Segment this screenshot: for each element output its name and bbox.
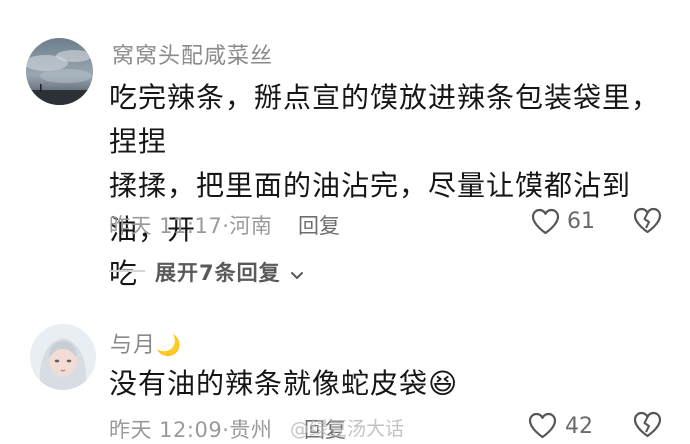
comment-time: 昨天 11:17 xyxy=(109,214,223,238)
comment-content: 没有油的辣条就像蛇皮袋😆 xyxy=(109,362,458,406)
comment-meta: 昨天 12:09·贵州 xyxy=(109,414,272,444)
expand-divider xyxy=(109,270,145,272)
comment-text: 没有油的辣条就像蛇皮袋 xyxy=(109,367,429,400)
username-text: 与月 xyxy=(110,333,157,358)
watermark: @绿豆汤大话 xyxy=(290,418,405,440)
like-button[interactable]: 61 xyxy=(531,206,595,238)
chevron-down-icon xyxy=(290,271,303,279)
dislike-button[interactable] xyxy=(633,207,663,235)
comment-time: 昨天 12:09 xyxy=(109,418,223,442)
like-count: 42 xyxy=(565,414,593,439)
comment-text-line: 吃完辣条，掰点宣的馍放进辣条包装袋里，捏捏 xyxy=(109,81,661,158)
heart-outline-icon xyxy=(531,208,560,235)
heart-outline-icon xyxy=(528,412,557,439)
avatar[interactable] xyxy=(26,38,93,105)
like-count: 61 xyxy=(567,209,595,234)
like-button[interactable]: 42 xyxy=(528,410,594,442)
expand-replies-label: 展开7条回复 xyxy=(155,261,281,285)
reply-button[interactable]: 回复 xyxy=(298,210,340,240)
comment-location: 贵州 xyxy=(229,418,273,442)
avatar-sky-image xyxy=(26,38,93,105)
comment-username[interactable]: 与月🌙 xyxy=(110,327,182,359)
broken-heart-icon xyxy=(633,207,662,234)
laughing-emoji: 😆 xyxy=(428,367,459,400)
comment-username[interactable]: 窝窝头配咸菜丝 xyxy=(112,38,273,70)
broken-heart-icon xyxy=(633,411,662,438)
avatar-girl-illustration xyxy=(30,324,96,390)
avatar[interactable] xyxy=(30,324,96,390)
comment-meta: 昨天 11:17·河南 xyxy=(109,210,272,240)
comment-location: 河南 xyxy=(229,214,273,238)
dislike-button[interactable] xyxy=(633,411,663,439)
moon-emoji: 🌙 xyxy=(156,333,182,357)
expand-replies-button[interactable]: 展开7条回复 xyxy=(155,257,304,285)
